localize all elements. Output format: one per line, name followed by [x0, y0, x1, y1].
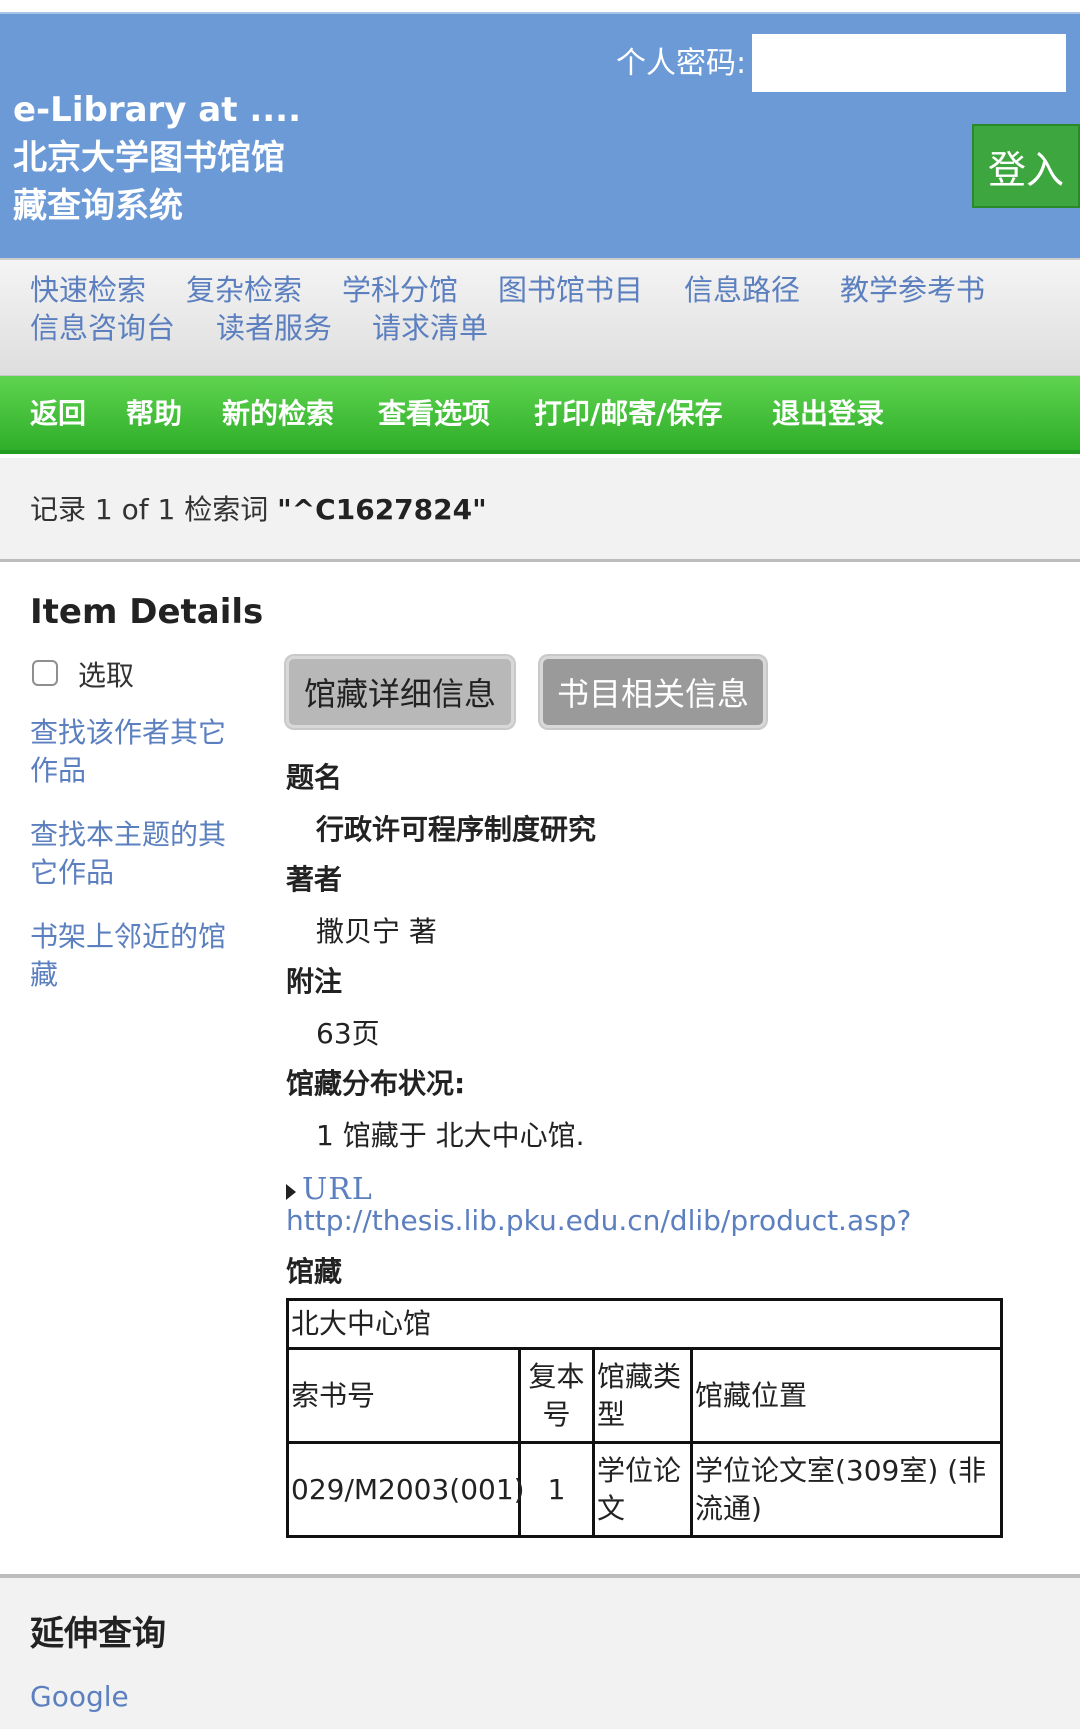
distribution-value: 1 馆藏于 北大中心馆.: [316, 1119, 585, 1152]
login-button[interactable]: 登入: [972, 124, 1080, 208]
extended-search-heading: 延伸查询: [30, 1614, 166, 1654]
select-label: 选取: [78, 659, 135, 692]
nav-info-path[interactable]: 信息路径: [684, 272, 800, 308]
holdings-label: 馆藏: [286, 1255, 343, 1288]
google-link[interactable]: Google: [30, 1680, 129, 1713]
cell-call-number: 029/M2003(001): [286, 1441, 525, 1538]
nav-quick-search[interactable]: 快速检索: [30, 272, 146, 308]
holdings-library: 北大中心馆: [285, 1298, 1004, 1350]
cell-location: 学位论文室(309室) (非流通): [689, 1441, 1004, 1538]
action-bar: 返回 帮助 新的检索 查看选项 打印/邮寄/保存 退出登录: [0, 376, 1080, 454]
nav-request-list[interactable]: 请求清单: [372, 310, 488, 346]
nav-reader-services[interactable]: 读者服务: [216, 310, 332, 346]
select-checkbox[interactable]: [32, 660, 58, 686]
new-search-button[interactable]: 新的检索: [222, 396, 334, 432]
help-button[interactable]: 帮助: [126, 396, 182, 432]
nav-info-desk[interactable]: 信息咨询台: [30, 310, 175, 346]
author-value: 撒贝宁 著: [316, 915, 437, 948]
holdings-table: 北大中心馆 索书号 复本号 馆藏类型 馆藏位置 029/M2003(001) 1…: [285, 1298, 1004, 1538]
header: e-Library at .... 北京大学图书馆馆藏查询系统 个人密码: 登入: [0, 12, 1080, 258]
distribution-label: 馆藏分布状况:: [286, 1067, 466, 1100]
url-label: URL: [302, 1172, 373, 1207]
record-summary: 记录 1 of 1 检索词 "^C1627824": [30, 492, 487, 528]
print-mail-save-button[interactable]: 打印/邮寄/保存: [534, 396, 722, 432]
nearby-on-shelf-link[interactable]: 书架上邻近的馆藏: [30, 918, 230, 994]
tab-holdings-details[interactable]: 馆藏详细信息: [286, 656, 514, 728]
title-value: 行政许可程序制度研究: [316, 813, 597, 846]
nav-library-catalog[interactable]: 图书馆书目: [498, 272, 643, 308]
cell-copy-number: 1: [518, 1441, 595, 1538]
password-label: 个人密码:: [616, 46, 747, 81]
search-term: "^C1627824": [277, 493, 487, 526]
logout-button[interactable]: 退出登录: [772, 396, 884, 432]
password-input[interactable]: [752, 34, 1066, 92]
record-prefix: 记录 1 of 1 检索词: [30, 493, 278, 526]
back-button[interactable]: 返回: [30, 396, 86, 432]
note-value: 63页: [316, 1017, 380, 1050]
header-item-type: 馆藏类型: [592, 1347, 693, 1444]
nav-subject-branch[interactable]: 学科分馆: [342, 272, 458, 308]
triangle-right-icon: [286, 1184, 296, 1200]
note-label: 附注: [286, 965, 343, 998]
cell-item-type: 学位论文: [592, 1441, 693, 1538]
author-label: 著者: [286, 863, 343, 896]
site-title: e-Library at .... 北京大学图书馆馆藏查询系统: [13, 90, 302, 226]
more-on-subject-link[interactable]: 查找本主题的其它作品: [30, 816, 230, 892]
header-location: 馆藏位置: [689, 1347, 1004, 1444]
record-bar: 记录 1 of 1 检索词 "^C1627824": [0, 458, 1080, 562]
nav-course-reserves[interactable]: 教学参考书: [840, 272, 985, 308]
page: e-Library at .... 北京大学图书馆馆藏查询系统 个人密码: 登入…: [0, 0, 1080, 1729]
primary-nav: 快速检索 复杂检索 学科分馆 图书馆书目 信息路径 教学参考书 信息咨询台 读者…: [0, 258, 1080, 376]
url-link[interactable]: http://thesis.lib.pku.edu.cn/dlib/produc…: [286, 1204, 911, 1237]
tab-bibliographic-info[interactable]: 书目相关信息: [540, 656, 766, 728]
item-details-heading: Item Details: [30, 592, 264, 632]
view-options-button[interactable]: 查看选项: [378, 396, 490, 432]
header-copy-number: 复本号: [518, 1347, 595, 1444]
table-row: 029/M2003(001) 1 学位论文 学位论文室(309室) (非流通): [286, 1441, 1004, 1538]
title-label: 题名: [286, 761, 343, 794]
more-by-author-link[interactable]: 查找该作者其它作品: [30, 714, 230, 790]
table-row: 索书号 复本号 馆藏类型 馆藏位置: [286, 1347, 1004, 1444]
table-row: 北大中心馆: [285, 1298, 1004, 1350]
nav-advanced-search[interactable]: 复杂检索: [186, 272, 302, 308]
header-call-number: 索书号: [286, 1347, 521, 1444]
